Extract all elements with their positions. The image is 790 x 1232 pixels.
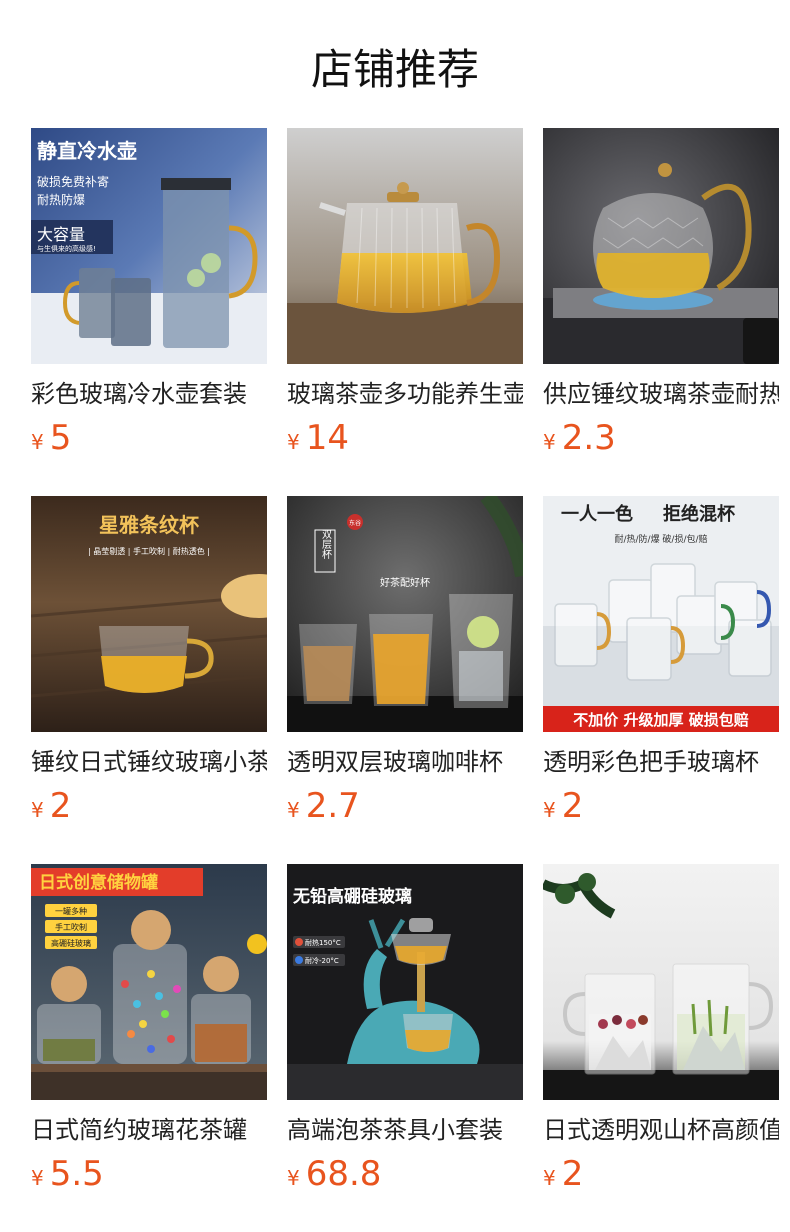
product-price: ¥5.5	[31, 1154, 104, 1194]
product-price: ¥2.3	[543, 418, 616, 458]
image-tag: 一罐多种	[55, 906, 87, 916]
product-price: ¥2	[31, 786, 71, 826]
price-value: 5	[49, 418, 72, 458]
currency-symbol: ¥	[287, 798, 300, 822]
image-sub: 耐/热/防/爆 破/损/包/赔	[614, 533, 707, 545]
product-image[interactable]: 日式创意储物罐 一罐多种 手工吹制 高硼硅玻璃	[31, 864, 267, 1100]
product-name[interactable]: 玻璃茶壶多功能养生壶	[287, 378, 523, 412]
price-value: 2.3	[561, 418, 616, 458]
product-card[interactable]: 一人一色 拒绝混杯 耐/热/防/爆 破/损/包/赔 不加价 升级加厚 破损包赔 …	[543, 496, 779, 836]
product-image[interactable]: 静直冷水壶 破损免费补寄 耐热防爆 大容量 与生俱来的高级感!	[31, 128, 267, 364]
image-tag: 手工吹制	[55, 922, 87, 932]
product-price: ¥2	[543, 786, 583, 826]
price-value: 2	[49, 786, 72, 826]
product-price: ¥14	[287, 418, 349, 458]
currency-symbol: ¥	[543, 1166, 556, 1190]
product-card[interactable]: 玻璃茶壶多功能养生壶 ¥14	[287, 128, 523, 468]
price-value: 68.8	[305, 1154, 382, 1194]
page-title: 店铺推荐	[310, 45, 479, 94]
currency-symbol: ¥	[31, 430, 44, 454]
image-headline: 日式创意储物罐	[39, 872, 158, 893]
image-tag: 高硼硅玻璃	[51, 938, 91, 948]
price-value: 5.5	[49, 1154, 104, 1194]
product-card[interactable]: 供应锤纹玻璃茶壶耐热 ¥2.3	[543, 128, 779, 468]
image-seal: 东谷	[349, 519, 361, 527]
product-card[interactable]: 双层杯 东谷 好茶配好杯 透明双层玻璃咖啡杯 ¥2.7	[287, 496, 523, 836]
price-value: 2.7	[305, 786, 360, 826]
product-price: ¥2.7	[287, 786, 360, 826]
product-price: ¥2	[543, 1154, 583, 1194]
image-headline: 静直冷水壶	[37, 139, 137, 163]
image-badge: 耐热150°C	[305, 938, 341, 947]
product-name[interactable]: 日式简约玻璃花茶罐	[31, 1114, 267, 1148]
image-badge: 大容量	[37, 225, 85, 244]
image-badge-sub: 与生俱来的高级感!	[37, 244, 96, 253]
image-badge: 耐冷-20°C	[305, 956, 339, 965]
price-value: 2	[561, 1154, 584, 1194]
product-card[interactable]: 星雅条纹杯 | 晶莹剔透 | 手工吹制 | 耐热透色 | 锤纹日式锤纹玻璃小茶杯…	[31, 496, 267, 836]
product-name[interactable]: 透明彩色把手玻璃杯	[543, 746, 779, 780]
currency-symbol: ¥	[543, 798, 556, 822]
currency-symbol: ¥	[287, 430, 300, 454]
product-image[interactable]: 一人一色 拒绝混杯 耐/热/防/爆 破/损/包/赔 不加价 升级加厚 破损包赔	[543, 496, 779, 732]
image-vertical: 双层杯	[320, 529, 332, 560]
price-value: 2	[561, 786, 584, 826]
image-line: 耐热防爆	[37, 192, 85, 207]
product-price: ¥5	[31, 418, 71, 458]
product-card[interactable]: 日式透明观山杯高颜值 ¥2	[543, 864, 779, 1204]
image-line: 破损免费补寄	[37, 174, 109, 189]
price-value: 14	[305, 418, 349, 458]
product-name[interactable]: 彩色玻璃冷水壶套装	[31, 378, 267, 412]
currency-symbol: ¥	[31, 1166, 44, 1190]
image-headline-a: 一人一色	[561, 503, 633, 525]
product-image[interactable]	[543, 128, 779, 364]
product-card[interactable]: 无铅高硼硅玻璃 耐热150°C 耐冷-20°C 高端泡茶茶具小套装 ¥68.8	[287, 864, 523, 1204]
product-price: ¥68.8	[287, 1154, 381, 1194]
product-card[interactable]: 静直冷水壶 破损免费补寄 耐热防爆 大容量 与生俱来的高级感! 彩色玻璃冷水壶套…	[31, 128, 267, 468]
image-headline-b: 拒绝混杯	[663, 503, 736, 525]
product-name[interactable]: 透明双层玻璃咖啡杯	[287, 746, 523, 780]
product-card[interactable]: 日式创意储物罐 一罐多种 手工吹制 高硼硅玻璃 日式简约玻璃花茶罐 ¥ 5.5	[31, 864, 267, 1204]
product-image[interactable]: 双层杯 东谷 好茶配好杯	[287, 496, 523, 732]
product-image[interactable]: 星雅条纹杯 | 晶莹剔透 | 手工吹制 | 耐热透色 |	[31, 496, 267, 732]
image-headline: 星雅条纹杯	[99, 513, 199, 537]
product-image[interactable]: 无铅高硼硅玻璃 耐热150°C 耐冷-20°C	[287, 864, 523, 1100]
currency-symbol: ¥	[543, 430, 556, 454]
image-tagline: 好茶配好杯	[380, 576, 430, 589]
product-name[interactable]: 高端泡茶茶具小套装	[287, 1114, 523, 1148]
currency-symbol: ¥	[287, 1166, 300, 1190]
product-image[interactable]	[287, 128, 523, 364]
currency-symbol: ¥	[31, 798, 44, 822]
product-name[interactable]: 锤纹日式锤纹玻璃小茶杯	[31, 746, 267, 780]
image-sub: | 晶莹剔透 | 手工吹制 | 耐热透色 |	[88, 546, 210, 556]
image-headline: 无铅高硼硅玻璃	[292, 886, 412, 907]
product-name[interactable]: 供应锤纹玻璃茶壶耐热	[543, 378, 779, 412]
product-image[interactable]	[543, 864, 779, 1100]
product-name[interactable]: 日式透明观山杯高颜值	[543, 1114, 779, 1148]
image-banner: 不加价 升级加厚 破损包赔	[573, 711, 748, 729]
